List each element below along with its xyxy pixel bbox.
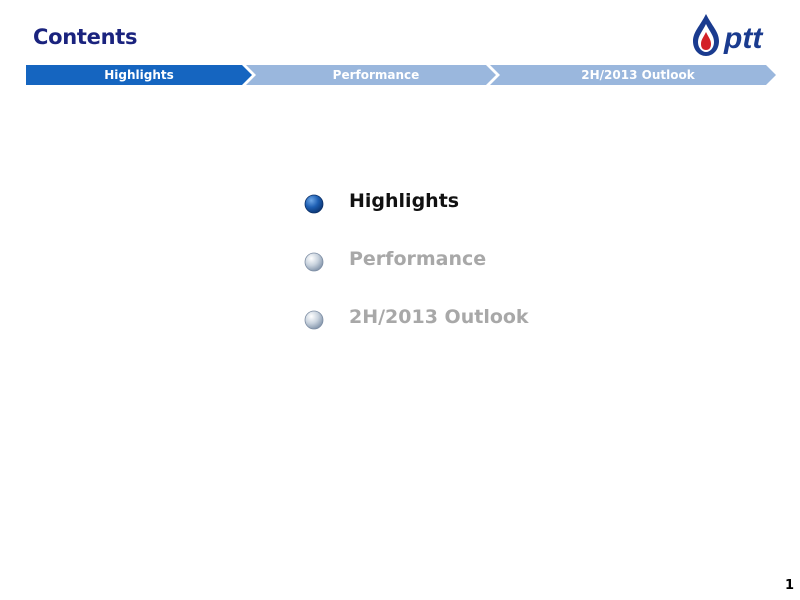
menu-item-label: Highlights	[349, 190, 460, 212]
page-number: 1	[784, 578, 794, 593]
nav-segment-performance[interactable]: Performance	[256, 65, 496, 85]
active-bullet-icon	[304, 194, 324, 214]
menu-item-highlights[interactable]: Highlights	[300, 188, 560, 218]
menu-item-label: 2H/2013 Outlook	[349, 306, 529, 328]
slide-title: Contents	[33, 25, 138, 49]
ptt-brand-text: ptt	[723, 22, 764, 55]
inactive-bullet-icon	[304, 252, 324, 272]
menu-item-label: Performance	[349, 248, 487, 270]
menu-item-performance[interactable]: Performance	[300, 246, 560, 276]
ptt-logo: ptt	[690, 12, 780, 58]
ptt-flame-logo-icon: ptt	[693, 14, 764, 56]
nav-segment-outlook[interactable]: 2H/2013 Outlook	[500, 65, 776, 85]
inactive-bullet-icon	[304, 310, 324, 330]
nav-segment-highlights[interactable]: Highlights	[26, 65, 252, 85]
menu-item-outlook[interactable]: 2H/2013 Outlook	[300, 304, 560, 334]
section-nav-bar: Highlights Performance 2H/2013 Outlook	[26, 65, 776, 85]
